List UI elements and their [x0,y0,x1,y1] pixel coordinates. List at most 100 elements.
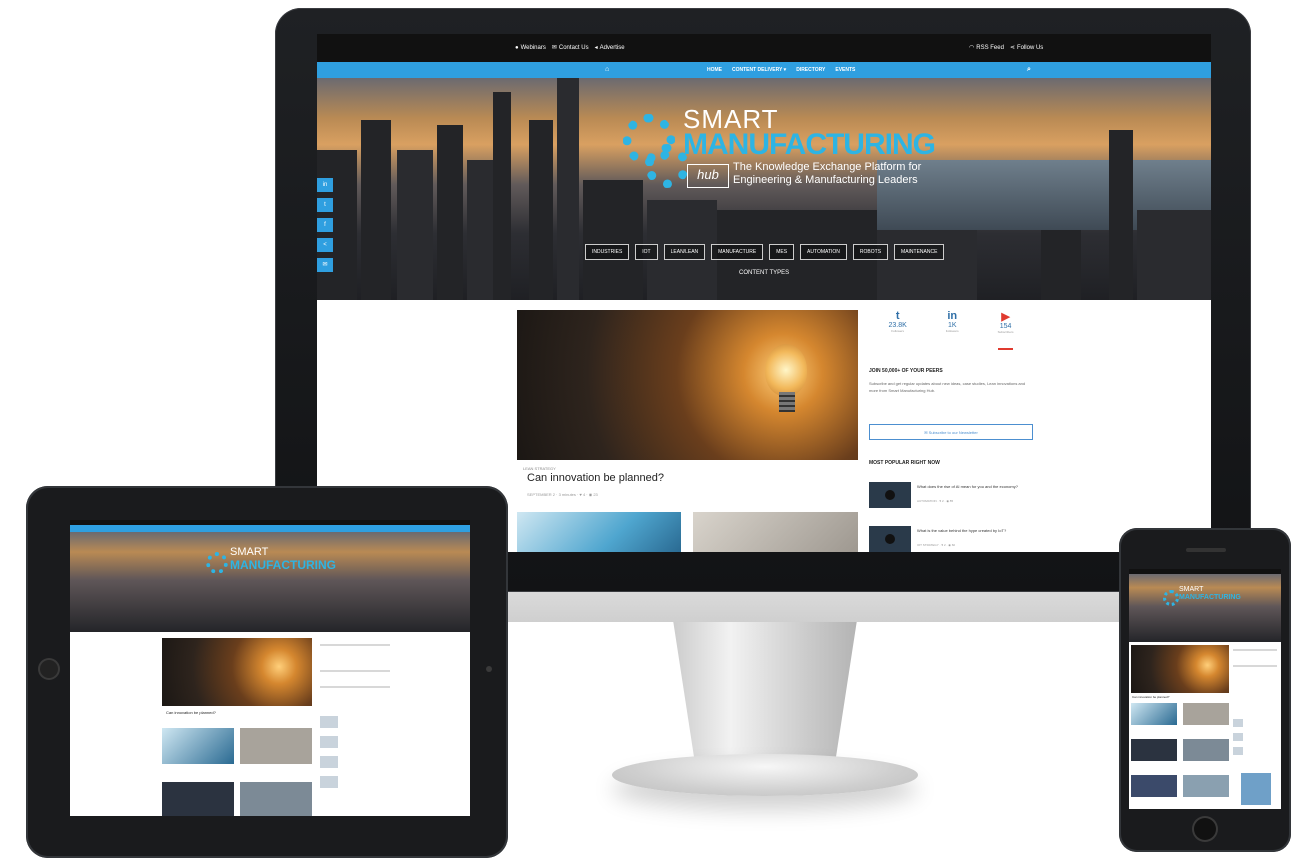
category-button[interactable]: LEAN/LEAN [663,244,706,260]
nav-item-directory[interactable]: DIRECTORY [796,67,825,73]
main-nav: ⌂ HOME CONTENT DELIVERY ▾ DIRECTORY EVEN… [317,62,1211,78]
skyline-building [493,92,511,300]
brand-line2: MANUFACTURING [683,128,936,161]
share-twitter-button[interactable]: t [317,198,333,212]
category-button[interactable]: MES [769,244,795,260]
most-popular-heading: MOST POPULAR RIGHT NOW [869,460,940,466]
featured-title[interactable]: Can innovation be planned? [527,472,664,484]
phone-popular-thumb[interactable] [1233,733,1243,741]
phone-thumb[interactable] [1183,775,1229,797]
brand-tagline-line2: Engineering & Manufacturing Leaders [733,174,918,186]
article-thumb-lab[interactable] [517,512,681,552]
phone-ad-banner[interactable] [1241,773,1271,805]
home-icon[interactable]: ⌂ [605,66,609,73]
rss-icon: ◠ [969,45,975,51]
article-thumb-texture[interactable] [693,512,858,552]
nav-item-home[interactable]: HOME [707,67,722,73]
gear-icon [1163,590,1179,606]
lightbulb-icon [765,344,807,396]
brand-tagline: The Knowledge Exchange Platform for Engi… [733,161,921,187]
tablet-thumb[interactable] [162,728,234,764]
linkedin-icon: in [947,310,958,322]
content-types-link[interactable]: CONTENT TYPES [739,270,789,276]
tablet-popular-thumb[interactable] [320,776,338,788]
subscribe-button[interactable]: ✉ Subscribe to our Newsletter [869,424,1033,440]
phone-thumb[interactable] [1183,739,1229,761]
topbar-link-contact[interactable]: ✉ Contact Us [551,44,589,52]
topbar-link-advertise[interactable]: ◂ Advertise [594,44,625,52]
join-heading: JOIN 50,000+ OF YOUR PEERS [869,368,943,374]
popular-item[interactable]: What does the rise of AI mean for you an… [869,482,1033,508]
category-button[interactable]: MANUFACTURE [711,244,764,260]
skyline-building [877,230,977,300]
sidebar: t 23.8K Followers in 1K Followers ▶ 154 … [869,310,1033,552]
share-linkedin-button[interactable]: in [317,178,333,192]
nav-items: HOME CONTENT DELIVERY ▾ DIRECTORY EVENTS [707,67,855,73]
video-thumbnail [869,526,911,552]
phone-thumb[interactable] [1183,703,1229,725]
tablet-popular-thumb[interactable] [320,716,338,728]
stat-linkedin[interactable]: in 1K Followers [946,310,959,350]
search-icon[interactable]: ⌕ [1027,66,1031,74]
lightbulb-base [779,392,795,412]
video-thumbnail [869,482,911,508]
skyline-building [437,125,463,300]
phone-hero: SMART MANUFACTURING [1129,574,1281,642]
topbar-link-webinars[interactable]: ● Webinars [515,45,546,51]
phone-thumb[interactable] [1131,703,1177,725]
tablet-sidebar-line [320,670,390,672]
phone-thumb[interactable] [1131,739,1177,761]
topbar-right-links: ◠ RSS Feed ⋖ Follow Us [969,44,1044,52]
phone-brand-line2-text: MANUFACTURING [1179,594,1241,601]
skyline-building [1137,210,1211,300]
lightbulb-image [517,310,858,460]
category-button[interactable]: INDUSTRIES [585,244,630,260]
join-text: Subscribe and get regular updates about … [869,381,1026,393]
share-generic-button[interactable]: < [317,238,333,252]
topbar-link-label: Follow Us [1016,44,1044,51]
tablet-popular-thumb[interactable] [320,736,338,748]
megaphone-icon: ◂ [594,45,598,51]
tablet-featured-title[interactable]: Can innovation be planned? [166,710,216,715]
popular-meta: AUTOMATION · ♥ 2 · ◉ 85 [917,499,954,503]
category-button[interactable]: ROBOTS [852,244,889,260]
phone-thumb[interactable] [1131,775,1177,797]
tablet-popular-thumb[interactable] [320,756,338,768]
skyline-building [529,120,553,300]
tablet-brand-line2: MANUFACTURING [230,558,336,572]
category-button[interactable]: AUTOMATION [800,244,847,260]
brand-hub-badge: hub [687,164,729,188]
skyline-building [557,78,579,300]
category-buttons: INDUSTRIES IOT LEAN/LEAN MANUFACTURE MES… [585,244,945,260]
tablet-home-button [40,660,58,678]
share-facebook-button[interactable]: f [317,218,333,232]
phone-popular-thumb[interactable] [1233,747,1243,755]
phone-featured-image[interactable] [1131,645,1229,693]
share-email-button[interactable]: ✉ [317,258,333,272]
tablet-hero: SMART MANUFACTURING [70,532,470,632]
stat-twitter[interactable]: t 23.8K Followers [889,310,907,350]
tablet-thumb[interactable] [240,782,312,816]
stat-label: Subscribers [997,330,1014,334]
phone-featured-title[interactable]: Can innovation be planned? [1132,695,1169,699]
category-button[interactable]: IOT [635,244,658,260]
nav-item-events[interactable]: EVENTS [835,67,855,73]
desktop-screen: ● Webinars ✉ Contact Us ◂ Advertise ◠ RSS Fe… [317,34,1211,552]
skyline-building [361,120,391,300]
popular-item[interactable]: What is the value behind the hype create… [869,526,1033,552]
stat-youtube[interactable]: ▶ 154 Subscribers [997,310,1014,350]
category-button[interactable]: MAINTENANCE [894,244,945,260]
topbar-link-rss[interactable]: ◠ RSS Feed [969,44,1004,52]
tablet-featured-image[interactable] [162,638,312,706]
nav-item-content-delivery[interactable]: CONTENT DELIVERY ▾ [732,67,786,73]
tablet-thumb[interactable] [240,728,312,764]
featured-category: LEAN STRATEGY [523,466,556,471]
phone-popular-thumb[interactable] [1233,719,1243,727]
top-utility-bar: ● Webinars ✉ Contact Us ◂ Advertise ◠ RSS Fe… [317,34,1211,62]
topbar-left-links: ● Webinars ✉ Contact Us ◂ Advertise [515,44,625,52]
tablet-thumb[interactable] [162,782,234,816]
hero-banner: SMART MANUFACTURING hub The Knowledge Ex… [317,78,1211,300]
mail-icon: ✉ [551,45,557,51]
tablet-brand-line2-text: MANUFACTURING [230,558,336,572]
topbar-link-follow[interactable]: ⋖ Follow Us [1010,44,1044,52]
